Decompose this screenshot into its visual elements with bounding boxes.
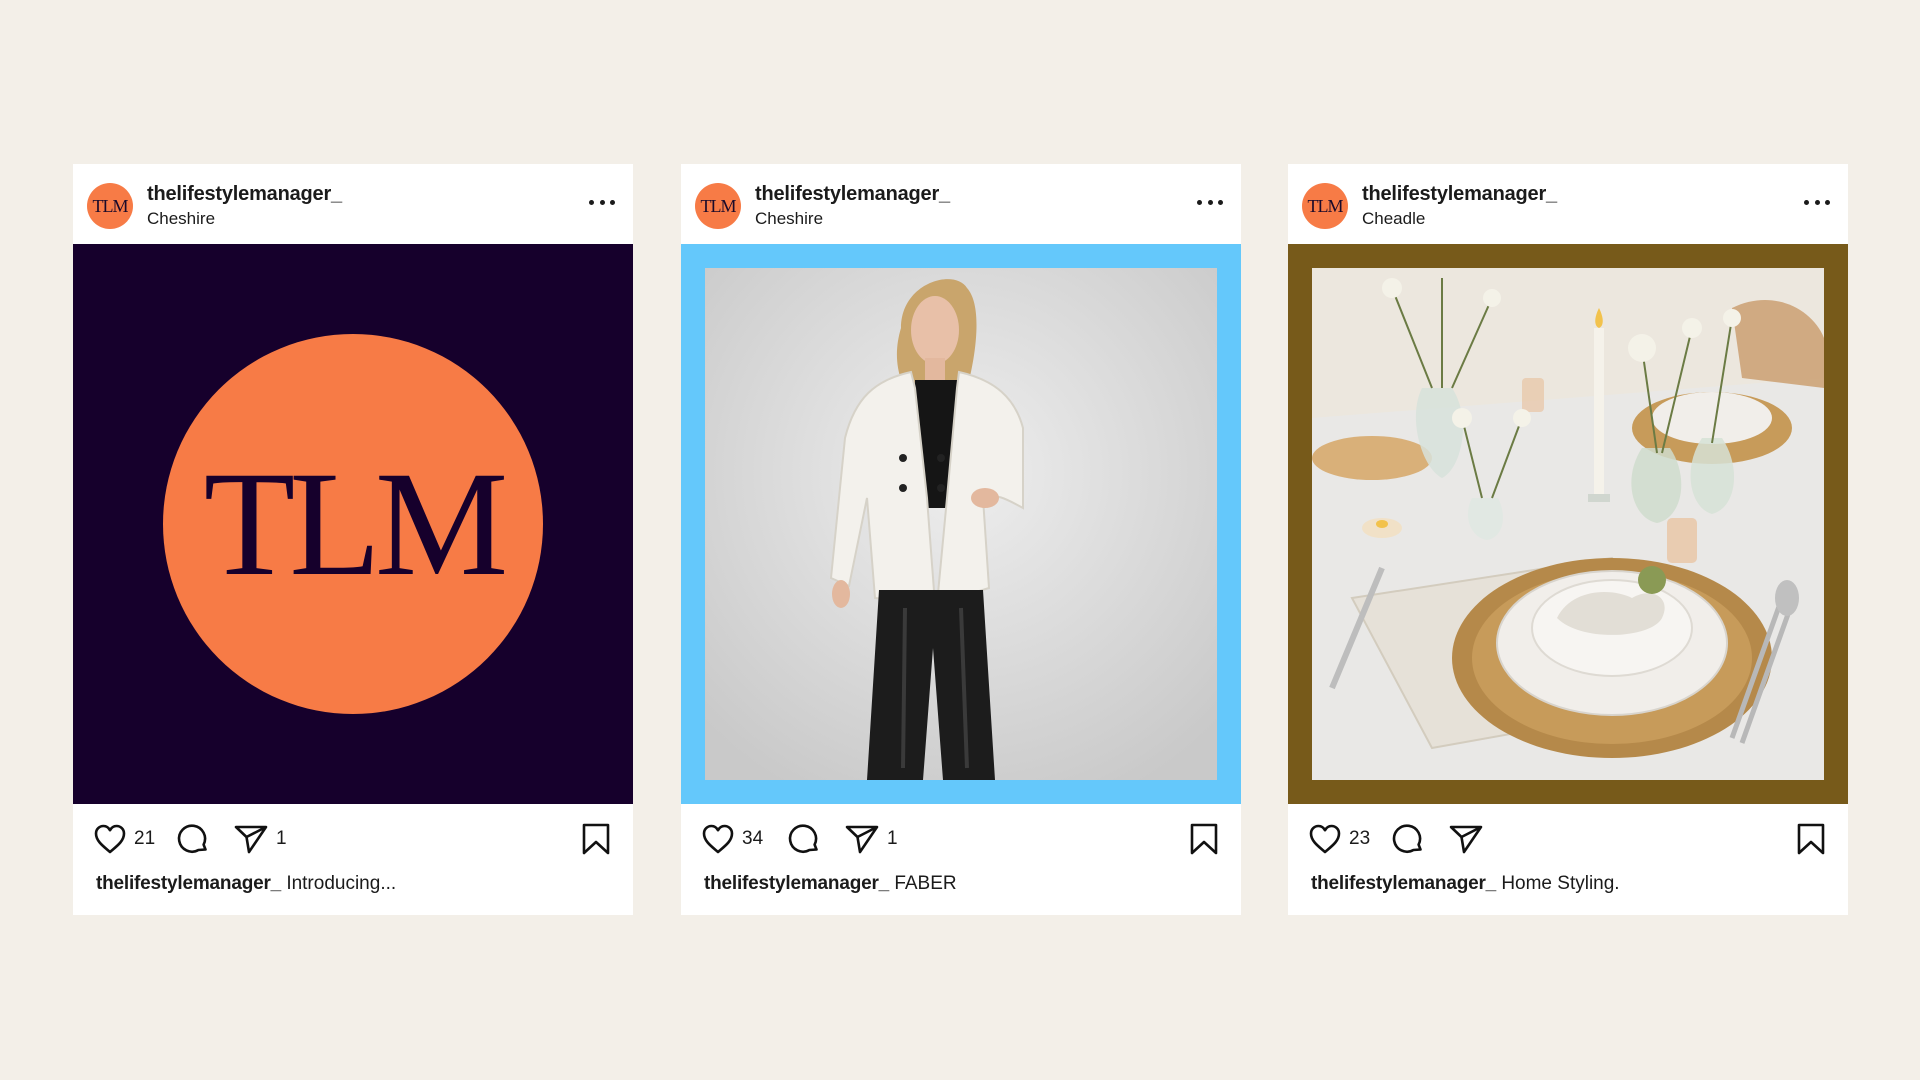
comment-button[interactable] (176, 822, 210, 856)
like-button[interactable]: 21 (93, 822, 155, 856)
bookmark-icon (582, 823, 610, 855)
post-actions: 34 1 (681, 804, 1241, 866)
avatar[interactable]: TLM (695, 183, 741, 229)
share-button[interactable] (1448, 822, 1491, 856)
post-actions: 23 (1288, 804, 1848, 866)
more-options-icon[interactable] (1804, 198, 1830, 206)
share-button[interactable]: 1 (233, 822, 287, 856)
tlm-logo-circle: TLM (163, 334, 543, 714)
avatar[interactable]: TLM (87, 183, 133, 229)
like-button[interactable]: 34 (701, 822, 763, 856)
username-link[interactable]: thelifestylemanager_ (147, 183, 342, 206)
comment-icon (1392, 824, 1422, 853)
caption-text: Home Styling. (1501, 873, 1620, 894)
save-button[interactable] (1189, 822, 1219, 861)
save-button[interactable] (1796, 822, 1826, 861)
caption-username[interactable]: thelifestylemanager_ (704, 873, 889, 894)
post-caption: thelifestylemanager_ Introducing... (96, 873, 396, 895)
post-caption: thelifestylemanager_ Home Styling. (1311, 873, 1620, 895)
bookmark-icon (1190, 823, 1218, 855)
send-icon (845, 825, 879, 854)
caption-username[interactable]: thelifestylemanager_ (96, 873, 281, 894)
like-button[interactable]: 23 (1308, 822, 1370, 856)
table-setting-photo (1312, 268, 1824, 780)
avatar[interactable]: TLM (1302, 183, 1348, 229)
location-link[interactable]: Cheshire (147, 209, 215, 229)
send-icon (234, 825, 268, 854)
post-image[interactable] (1288, 244, 1848, 804)
location-link[interactable]: Cheadle (1362, 209, 1425, 229)
comment-button[interactable] (1391, 822, 1425, 856)
post-card: TLM thelifestylemanager_ Cheshire TLM 21… (73, 164, 633, 915)
post-caption: thelifestylemanager_ FABER (704, 873, 957, 895)
location-link[interactable]: Cheshire (755, 209, 823, 229)
instagram-post-grid: TLM thelifestylemanager_ Cheshire TLM 21… (0, 0, 1920, 1080)
logo-text: TLM (203, 441, 509, 607)
post-header: TLM thelifestylemanager_ Cheshire (681, 164, 1241, 244)
caption-text: FABER (894, 873, 957, 894)
more-options-icon[interactable] (589, 198, 615, 206)
heart-icon (1309, 824, 1341, 854)
caption-text: Introducing... (286, 873, 397, 894)
share-count: 1 (276, 828, 287, 849)
post-card: TLM thelifestylemanager_ Cheshire 34 1 t… (681, 164, 1241, 915)
save-button[interactable] (581, 822, 611, 861)
like-count: 23 (1349, 828, 1371, 849)
comment-icon (177, 824, 207, 853)
post-header: TLM thelifestylemanager_ Cheshire (73, 164, 633, 244)
post-image[interactable]: TLM (73, 244, 633, 804)
post-card: TLM thelifestylemanager_ Cheadle 23 thel… (1288, 164, 1848, 915)
comment-button[interactable] (787, 822, 821, 856)
share-count: 1 (887, 828, 898, 849)
heart-icon (702, 824, 734, 854)
send-icon (1449, 825, 1483, 854)
comment-icon (788, 824, 818, 853)
heart-icon (94, 824, 126, 854)
bookmark-icon (1797, 823, 1825, 855)
post-actions: 21 1 (73, 804, 633, 866)
caption-username[interactable]: thelifestylemanager_ (1311, 873, 1496, 894)
more-options-icon[interactable] (1197, 198, 1223, 206)
like-count: 34 (742, 828, 764, 849)
post-image[interactable] (681, 244, 1241, 804)
share-button[interactable]: 1 (844, 822, 898, 856)
portrait-photo (705, 268, 1217, 780)
username-link[interactable]: thelifestylemanager_ (755, 183, 950, 206)
username-link[interactable]: thelifestylemanager_ (1362, 183, 1557, 206)
like-count: 21 (134, 828, 156, 849)
post-header: TLM thelifestylemanager_ Cheadle (1288, 164, 1848, 244)
